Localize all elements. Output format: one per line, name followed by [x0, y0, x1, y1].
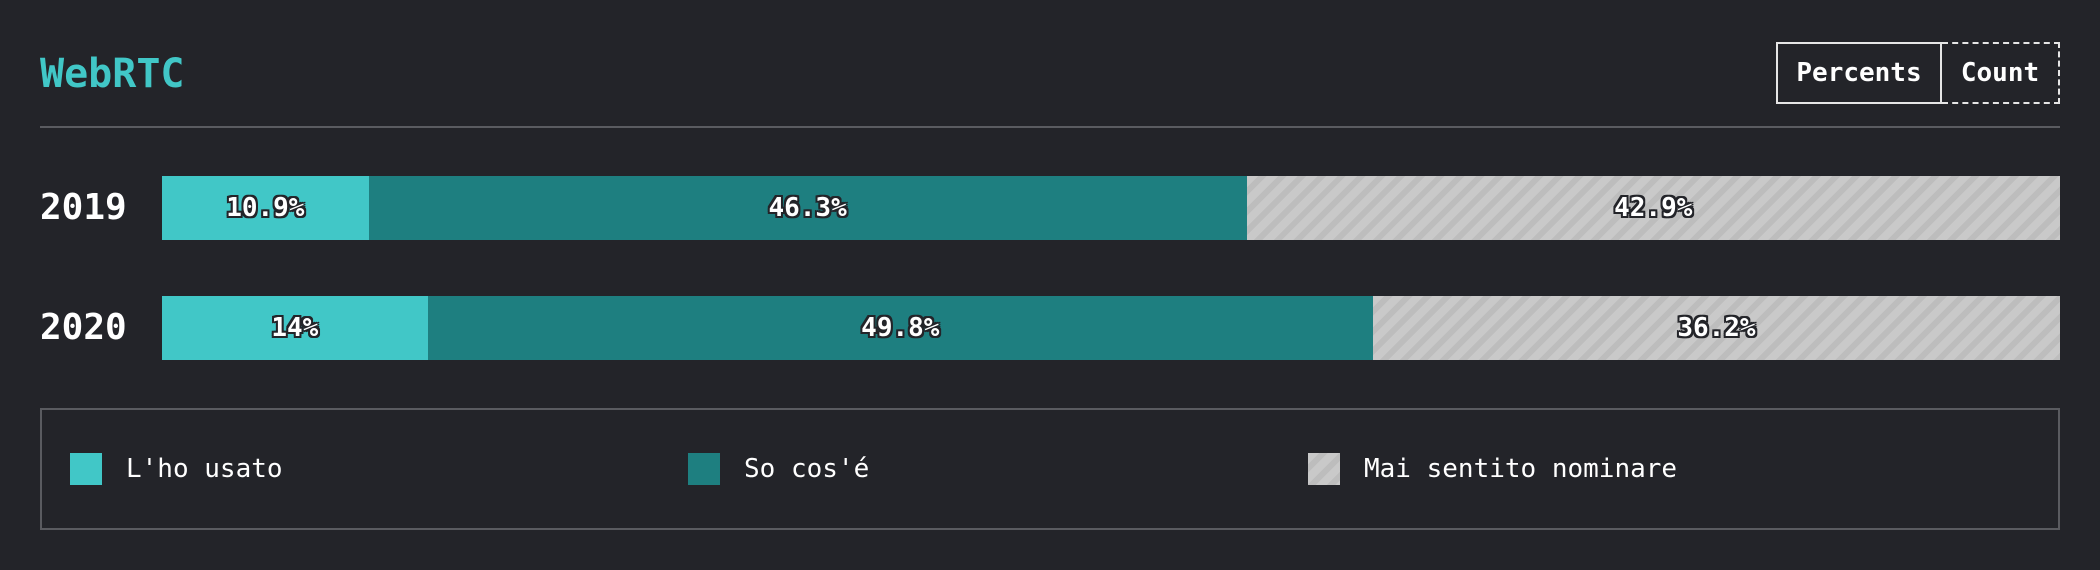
legend-item-never-heard[interactable]: Mai sentito nominare — [1308, 410, 1677, 528]
bar-value-label: 49.8% — [861, 313, 940, 343]
row-label-2019: 2019 — [40, 187, 127, 228]
bar-value-label: 10.9% — [226, 193, 305, 223]
bar-value-label: 46.3% — [768, 193, 847, 223]
legend-label: L'ho usato — [126, 454, 283, 484]
bar-segment: 49.8% — [427, 296, 1373, 360]
header-divider — [40, 126, 2060, 128]
bar-segment: 46.3% — [368, 176, 1247, 240]
bar-row-2020: 14% 49.8% 36.2% — [162, 296, 2060, 360]
bar-segment: 10.9% — [162, 176, 369, 240]
bar-segment: 42.9% — [1246, 176, 2060, 240]
legend-label: Mai sentito nominare — [1364, 454, 1678, 484]
bar-value-label: 36.2% — [1677, 313, 1756, 343]
bar-value-label: 42.9% — [1614, 193, 1693, 223]
bar-value-label: 14% — [271, 313, 319, 343]
chart-title: WebRTC — [40, 51, 185, 97]
legend-item-known[interactable]: So cos'é — [688, 410, 869, 528]
bar-segment: 36.2% — [1372, 296, 2060, 360]
legend-swatch — [70, 453, 102, 485]
count-button[interactable]: Count — [1942, 42, 2060, 104]
bar-segment: 14% — [162, 296, 428, 360]
legend-swatch — [1308, 453, 1340, 485]
legend-swatch — [688, 453, 720, 485]
legend-item-used[interactable]: L'ho usato — [70, 410, 283, 528]
percents-button[interactable]: Percents — [1776, 42, 1942, 104]
legend-label: So cos'é — [744, 454, 870, 484]
bar-row-2019: 10.9% 46.3% 42.9% — [162, 176, 2060, 240]
legend: L'ho usato So cos'é Mai sentito nominare — [40, 408, 2060, 530]
row-label-2020: 2020 — [40, 307, 127, 348]
unit-toggle: Percents Count — [1776, 42, 2060, 104]
